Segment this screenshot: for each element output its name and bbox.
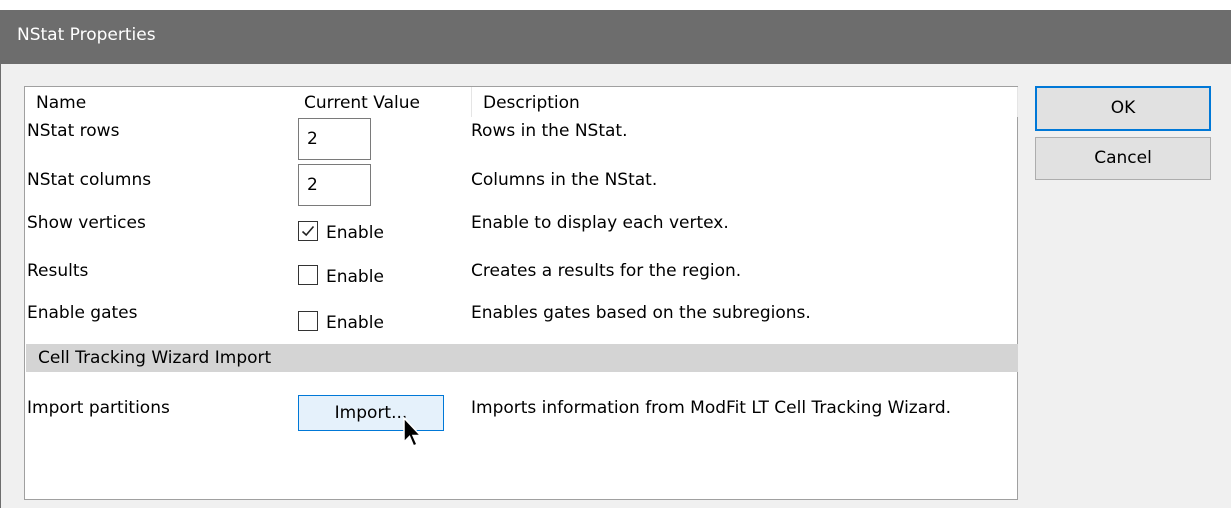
section-header: Cell Tracking Wizard Import xyxy=(26,344,1018,372)
row-name-show-vertices: Show vertices xyxy=(27,213,146,233)
checkbox-label[interactable]: Enable xyxy=(326,311,384,335)
title-bar[interactable]: NStat Properties xyxy=(0,10,1231,64)
header-divider[interactable] xyxy=(1017,87,1018,117)
row-name-import-partitions: Import partitions xyxy=(27,398,170,418)
checkmark-icon xyxy=(301,225,315,237)
row-name-results: Results xyxy=(27,261,89,281)
checkbox-box[interactable] xyxy=(298,265,318,285)
checkbox-box[interactable] xyxy=(298,311,318,331)
mouse-pointer-icon xyxy=(403,417,423,447)
nstat-rows-input[interactable]: 2 xyxy=(298,118,371,160)
row-description: Enables gates based on the subregions. xyxy=(471,303,811,323)
column-header-current-value[interactable]: Current Value xyxy=(304,90,420,116)
row-name-nstat-columns: NStat columns xyxy=(27,170,152,190)
nstat-columns-input[interactable]: 2 xyxy=(298,164,371,206)
checkbox-box[interactable] xyxy=(298,221,318,241)
cancel-button[interactable]: Cancel xyxy=(1035,137,1211,180)
property-grid[interactable]: Name Current Value Description NStat row… xyxy=(24,86,1018,500)
section-title: Cell Tracking Wizard Import xyxy=(38,348,272,368)
column-header-description[interactable]: Description xyxy=(483,90,580,116)
row-description: Creates a results for the region. xyxy=(471,261,742,281)
row-description: Rows in the NStat. xyxy=(471,121,628,141)
row-description: Columns in the NStat. xyxy=(471,170,658,190)
checkbox-label[interactable]: Enable xyxy=(326,221,384,245)
header-divider[interactable] xyxy=(471,87,472,117)
window-left-border xyxy=(0,64,1,508)
window-title: NStat Properties xyxy=(17,25,156,45)
row-description: Imports information from ModFit LT Cell … xyxy=(471,398,952,418)
column-header-name[interactable]: Name xyxy=(36,90,86,116)
row-name-nstat-rows: NStat rows xyxy=(27,121,120,141)
ok-button[interactable]: OK xyxy=(1035,86,1211,131)
row-name-enable-gates: Enable gates xyxy=(27,303,138,323)
row-description: Enable to display each vertex. xyxy=(471,213,729,233)
checkbox-label[interactable]: Enable xyxy=(326,265,384,289)
